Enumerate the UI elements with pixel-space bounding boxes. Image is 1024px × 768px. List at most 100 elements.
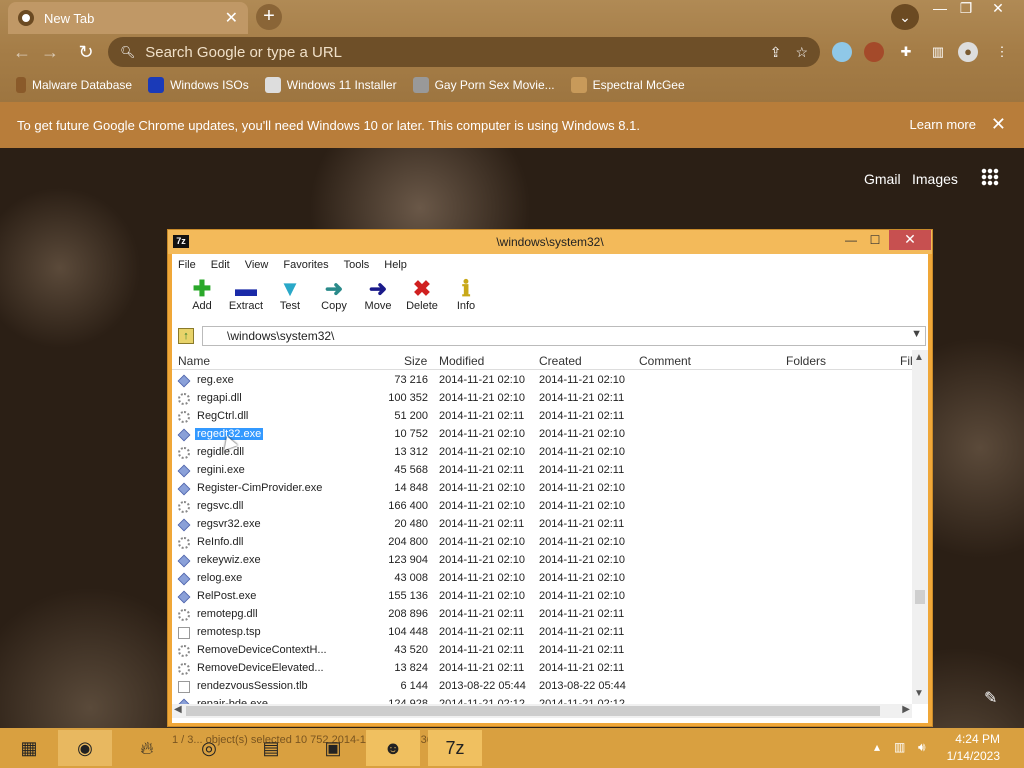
test-button[interactable]: ▼ Test bbox=[268, 276, 312, 322]
column-files[interactable]: Fil bbox=[900, 354, 913, 368]
table-row[interactable]: regidle.dll 13 312 2014-11-21 02:10 2014-11… bbox=[172, 444, 912, 462]
profile-icon[interactable]: ● bbox=[958, 42, 978, 62]
sevenzip-taskbar-icon[interactable]: 7z bbox=[428, 730, 482, 766]
table-row[interactable]: relog.exe 43 008 2014-11-21 02:10 2014-11-2… bbox=[172, 570, 912, 588]
table-row[interactable]: repair-bde.exe 124 928 2014-11-21 02:12 201… bbox=[172, 696, 912, 704]
menu-edit[interactable]: Edit bbox=[211, 259, 230, 271]
edit-pencil-icon[interactable]: ✎ bbox=[984, 688, 997, 708]
puzzle-icon[interactable]: ✚ bbox=[896, 42, 916, 62]
scroll-thumb[interactable] bbox=[915, 590, 925, 604]
vertical-scrollbar[interactable]: ▲ ▼ bbox=[912, 350, 928, 704]
file-name: Register-CimProvider.exe bbox=[197, 482, 323, 494]
column-created[interactable]: Created bbox=[539, 354, 582, 368]
column-folders[interactable]: Folders bbox=[786, 354, 826, 368]
images-link[interactable]: Images bbox=[912, 171, 958, 187]
chevron-down-icon[interactable]: ▼ bbox=[911, 328, 922, 340]
apps-grid-icon[interactable] bbox=[981, 168, 999, 186]
chrome-taskbar-icon[interactable]: ◉ bbox=[58, 730, 112, 766]
window-close-button[interactable]: ✕ bbox=[889, 230, 931, 250]
tab-new-tab[interactable]: New Tab ✕ bbox=[8, 2, 248, 34]
table-row[interactable]: remotepg.dll 208 896 2014-11-21 02:11 2014-… bbox=[172, 606, 912, 624]
table-row[interactable]: RemoveDeviceContextH... 43 520 2014-11-21 … bbox=[172, 642, 912, 660]
menu-tools[interactable]: Tools bbox=[344, 259, 370, 271]
minimize-button[interactable]: — bbox=[838, 230, 864, 250]
table-row[interactable]: reg.exe 73 216 2014-11-21 02:10 2014-11-21 … bbox=[172, 372, 912, 390]
copy-button[interactable]: ➜ Copy bbox=[312, 276, 356, 322]
scroll-left-icon[interactable]: ◀ bbox=[174, 704, 182, 715]
scroll-down-icon[interactable]: ▼ bbox=[914, 688, 924, 699]
bookmark-item[interactable]: Malware Database bbox=[16, 77, 132, 93]
table-row[interactable]: RelPost.exe 155 136 2014-11-21 02:10 2014-1… bbox=[172, 588, 912, 606]
volume-icon[interactable]: 🔊︎ bbox=[918, 740, 926, 755]
table-row[interactable]: regsvr32.exe 20 480 2014-11-21 02:11 2014-1… bbox=[172, 516, 912, 534]
side-panel-icon[interactable]: ▥ bbox=[928, 42, 948, 62]
learn-more-link[interactable]: Learn more bbox=[910, 117, 976, 132]
window-close-button[interactable]: ✕ bbox=[982, 0, 1014, 18]
table-row[interactable]: rendezvousSession.tlb 6 144 2013-08-22 05:… bbox=[172, 678, 912, 696]
bookmark-item[interactable]: Espectral McGee bbox=[570, 77, 685, 93]
delete-button[interactable]: ✖ Delete bbox=[400, 276, 444, 322]
bookmark-item[interactable]: Windows ISOs bbox=[148, 77, 249, 93]
obama-taskbar-icon[interactable]: ◎ bbox=[182, 730, 236, 766]
table-row[interactable]: regedt32.exe 10 752 2014-11-21 02:10 2014-1… bbox=[172, 426, 912, 444]
window-titlebar[interactable]: 7z \windows\system32\ — ☐ ✕ bbox=[168, 230, 932, 254]
bookmark-star-icon[interactable]: ☆ bbox=[795, 44, 808, 61]
horizontal-scrollbar[interactable]: ◀ ▶ bbox=[172, 704, 912, 718]
extract-button[interactable]: ▬ Extract bbox=[224, 276, 268, 322]
bookmark-item[interactable]: Gay Porn Sex Movie... bbox=[412, 77, 555, 93]
scroll-up-icon[interactable]: ▲ bbox=[914, 352, 924, 363]
table-row[interactable]: RegCtrl.dll 51 200 2014-11-21 02:11 2014-11… bbox=[172, 408, 912, 426]
extension-icon[interactable] bbox=[832, 42, 852, 62]
reload-button[interactable]: ↻ bbox=[72, 38, 100, 66]
bookmark-item[interactable]: Windows 11 Installer bbox=[264, 77, 397, 93]
menu-favorites[interactable]: Favorites bbox=[283, 259, 328, 271]
menu-file[interactable]: File bbox=[178, 259, 196, 271]
app-taskbar-icon[interactable]: ▣ bbox=[306, 730, 360, 766]
table-row[interactable]: regsvc.dll 166 400 2014-11-21 02:10 2014-11… bbox=[172, 498, 912, 516]
explorer-taskbar-icon[interactable]: ▤ bbox=[244, 730, 298, 766]
table-row[interactable]: Register-CimProvider.exe 14 848 2014-11-21… bbox=[172, 480, 912, 498]
back-button[interactable]: ← bbox=[8, 38, 36, 66]
omnibox[interactable]: 🔍︎ ⇪ ☆ bbox=[108, 37, 820, 67]
scroll-thumb[interactable] bbox=[186, 706, 880, 716]
table-row[interactable]: rekeywiz.exe 123 904 2014-11-21 02:10 2014-… bbox=[172, 552, 912, 570]
avatar-extension-icon[interactable] bbox=[864, 42, 884, 62]
menu-help[interactable]: Help bbox=[384, 259, 407, 271]
forward-button[interactable]: → bbox=[36, 38, 64, 66]
network-icon[interactable]: ▥ bbox=[894, 740, 905, 754]
close-icon[interactable]: ✕ bbox=[225, 8, 238, 28]
firefox-taskbar-icon[interactable]: 🔥︎ bbox=[120, 730, 174, 766]
menu-view[interactable]: View bbox=[245, 259, 269, 271]
column-comment[interactable]: Comment bbox=[639, 354, 691, 368]
move-button[interactable]: ➜ Move bbox=[356, 276, 400, 322]
gmail-link[interactable]: Gmail bbox=[864, 171, 901, 187]
clock-time[interactable]: 4:24 PM bbox=[955, 732, 1000, 746]
table-row[interactable]: RemoveDeviceElevated... 13 824 2014-11-21 … bbox=[172, 660, 912, 678]
clock-date[interactable]: 1/14/2023 bbox=[947, 749, 1000, 763]
users-taskbar-icon[interactable]: ☻ bbox=[366, 730, 420, 766]
start-icon[interactable]: ▦ bbox=[2, 730, 56, 766]
file-size: 104 448 bbox=[388, 626, 428, 638]
close-icon[interactable]: ✕ bbox=[991, 114, 1006, 135]
info-button[interactable]: ℹ Info bbox=[444, 276, 488, 322]
column-name[interactable]: Name bbox=[178, 354, 210, 368]
folder-up-icon[interactable]: ↑ bbox=[178, 328, 194, 344]
maximize-button[interactable]: ☐ bbox=[862, 230, 888, 250]
add-button[interactable]: ✚ Add bbox=[180, 276, 224, 322]
table-row[interactable]: remotesp.tsp 104 448 2014-11-21 02:11 2014-… bbox=[172, 624, 912, 642]
column-modified[interactable]: Modified bbox=[439, 354, 484, 368]
column-size[interactable]: Size bbox=[404, 354, 427, 368]
new-tab-button[interactable]: + bbox=[256, 4, 282, 30]
tab-search-button[interactable]: ⌄ bbox=[891, 4, 919, 30]
menu-kebab-icon[interactable]: ⋮ bbox=[992, 42, 1012, 62]
table-row[interactable]: regapi.dll 100 352 2014-11-21 02:10 2014-11… bbox=[172, 390, 912, 408]
table-row[interactable]: regini.exe 45 568 2014-11-21 02:11 2014-11-… bbox=[172, 462, 912, 480]
omnibox-input[interactable] bbox=[145, 43, 756, 61]
scroll-right-icon[interactable]: ▶ bbox=[902, 704, 910, 715]
share-icon[interactable]: ⇪ bbox=[770, 44, 782, 61]
path-field[interactable]: \windows\system32\ bbox=[202, 326, 926, 346]
chevron-up-icon[interactable]: ▴ bbox=[874, 740, 880, 754]
menu-bar: File Edit View Favorites Tools Help bbox=[172, 254, 928, 276]
restore-button[interactable]: ❐ bbox=[950, 0, 982, 18]
table-row[interactable]: ReInfo.dll 204 800 2014-11-21 02:10 2014-11… bbox=[172, 534, 912, 552]
